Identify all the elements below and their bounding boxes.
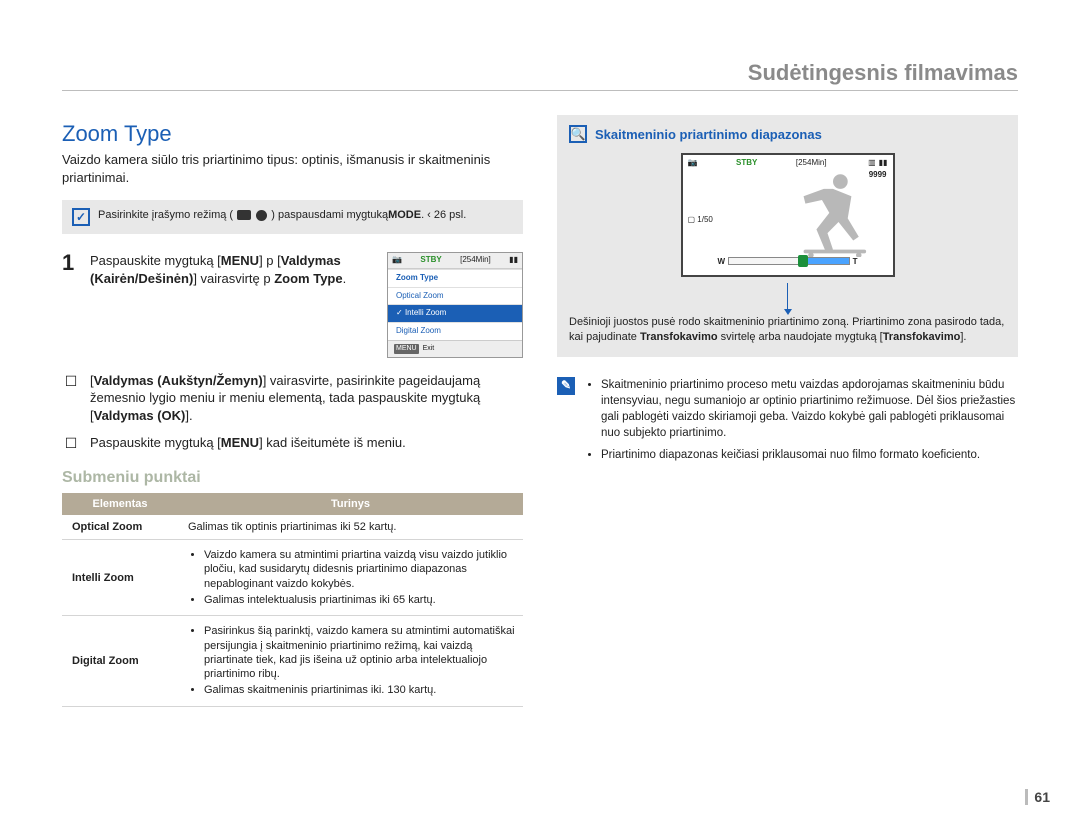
step-body: Paspauskite mygtuką [MENU] kad išeitumėt… — [90, 434, 523, 453]
step-1: 1 📷 STBY [254Min] ▮▮ Zoom Type Optical Z — [62, 252, 523, 361]
stby-label: STBY — [420, 255, 441, 266]
rec-icon: 📷 — [688, 158, 698, 167]
submenu-table: Elementas Turinys Optical Zoom Galimas t… — [62, 493, 523, 707]
callout-line — [787, 283, 788, 311]
note-item: Priartinimo diapazonas keičiasi priklaus… — [601, 447, 1018, 463]
page-title: Zoom Type — [62, 121, 523, 147]
zoom-bar: W T — [718, 255, 858, 267]
check-icon: ✓ — [72, 208, 90, 226]
exit-label: Exit — [423, 345, 435, 352]
menu-item-intelli: ✓ Intelli Zoom — [388, 304, 522, 322]
section-title: Sudėtingesnis filmavimas — [62, 60, 1018, 91]
step-number: 1 — [62, 252, 80, 361]
zoom-wide-label: W — [718, 257, 726, 266]
shutter-info: ▢ 1/50 — [688, 215, 713, 224]
panel-heading: Skaitmeninio priartinimo diapazonas — [595, 127, 822, 142]
panel-description: Dešinioji juostos pusė rodo skaitmeninio… — [569, 315, 1006, 345]
step-3: ☐ Paspauskite mygtuką [MENU] kad išeitum… — [62, 434, 523, 453]
steps-list: 1 📷 STBY [254Min] ▮▮ Zoom Type Optical Z — [62, 252, 523, 453]
battery-icon: ▮▮ — [509, 255, 518, 266]
digital-zoom-panel: 🔍 Skaitmeninio priartinimo diapazonas 📷 … — [557, 115, 1018, 357]
col-elementas: Elementas — [62, 493, 178, 515]
step-body: [Valdymas (Aukštyn/Žemyn)] vairasvirte, … — [90, 372, 523, 425]
menu-item-zoom-type: Zoom Type — [388, 269, 522, 287]
right-column: 🔍 Skaitmeninio priartinimo diapazonas 📷 … — [557, 115, 1018, 707]
zoom-handle — [798, 255, 808, 267]
table-row: Intelli Zoom Vaizdo kamera su atmintimi … — [62, 540, 523, 616]
info-icon: ✎ — [557, 377, 575, 395]
stby-label: STBY — [736, 158, 757, 167]
zoom-tele-label: T — [853, 257, 858, 266]
submenu-heading: Submeniu punktai — [62, 469, 523, 487]
left-column: Zoom Type Vaizdo kamera siūlo tris priar… — [62, 115, 523, 707]
table-row: Digital Zoom Pasirinkus šią parinktį, va… — [62, 616, 523, 706]
page-number: 61 — [1025, 789, 1050, 805]
info-notes: ✎ Skaitmeninio priartinimo proceso metu … — [557, 377, 1018, 469]
menu-item-digital: Digital Zoom — [388, 322, 522, 340]
magnify-icon: 🔍 — [569, 125, 587, 143]
intro-text: Vaizdo kamera siūlo tris priartinimo tip… — [62, 151, 523, 186]
step-body: 📷 STBY [254Min] ▮▮ Zoom Type Optical Zoo… — [90, 252, 523, 361]
mode-note: ✓ Pasirinkite įrašymo režimą ( ) paspaus… — [62, 200, 523, 234]
rec-icon: 📷 — [392, 255, 402, 266]
menu-button-label: MENU — [394, 344, 419, 353]
video-mode-icon — [237, 210, 251, 220]
step-bullet: ☐ — [62, 434, 80, 453]
menu-illustration: 📷 STBY [254Min] ▮▮ Zoom Type Optical Zoo… — [387, 252, 523, 357]
mode-button-label: MODE — [388, 209, 421, 221]
zoom-track — [728, 257, 850, 265]
camera-display: 📷 STBY [254Min] ▥▮▮ 9999 ▢ 1/50 — [681, 153, 895, 277]
manual-page: Sudėtingesnis filmavimas Zoom Type Vaizd… — [0, 0, 1080, 827]
note-item: Skaitmeninio priartinimo proceso metu va… — [601, 377, 1018, 441]
photo-mode-icon — [256, 210, 267, 221]
col-turinys: Turinys — [178, 493, 523, 515]
time-remaining: [254Min] — [460, 255, 491, 266]
step-2: ☐ [Valdymas (Aukštyn/Žemyn)] vairasvirte… — [62, 372, 523, 425]
table-row: Optical Zoom Galimas tik optinis priarti… — [62, 515, 523, 540]
skater-silhouette — [787, 165, 879, 257]
menu-item-optical: Optical Zoom — [388, 287, 522, 305]
menu-exit-row: MENU Exit — [388, 340, 522, 356]
mode-note-text: Pasirinkite įrašymo režimą ( ) paspausda… — [98, 208, 466, 223]
step-bullet: ☐ — [62, 372, 80, 425]
